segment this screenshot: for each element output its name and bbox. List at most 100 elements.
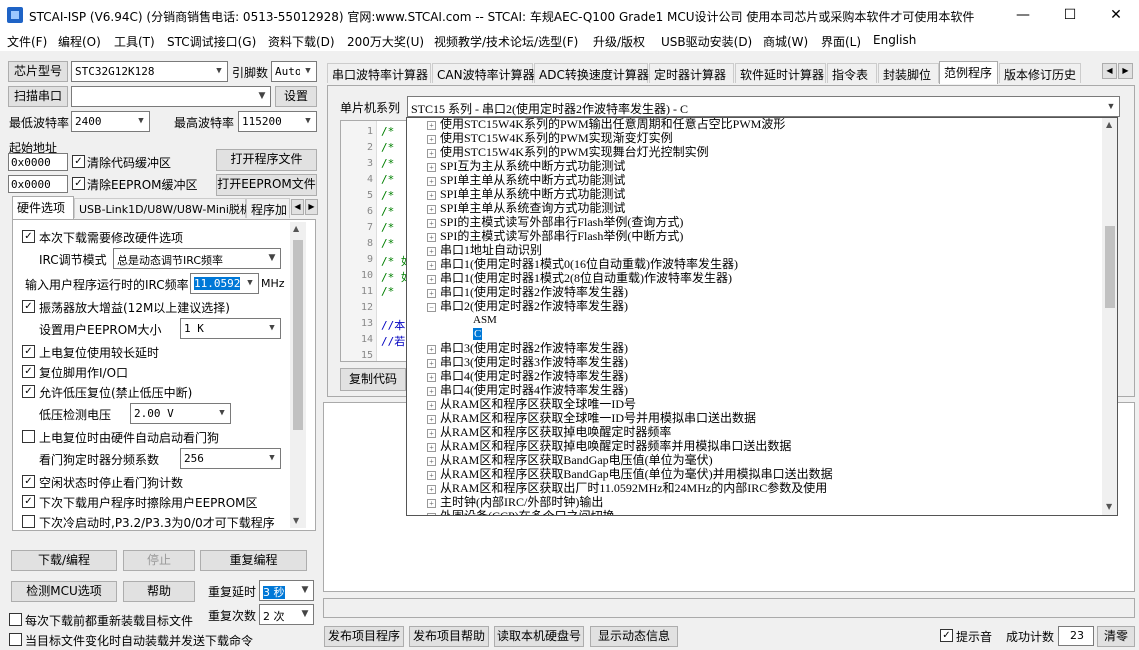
expand-icon[interactable]: + [427, 134, 436, 144]
port-select[interactable]: ▼ [71, 86, 271, 107]
tree-item[interactable]: + 从RAM区和程序区获取掉电唤醒定时器频率并用模拟串口送出数据 [427, 439, 791, 453]
expand-icon[interactable]: + [427, 274, 436, 284]
tree-item[interactable]: + SPI互为主从系统中断方式功能测试 [427, 159, 625, 173]
tree-item-c[interactable]: C [427, 327, 483, 341]
repeat-count-select[interactable]: 2 次 ▼ [259, 604, 314, 625]
eeprom-address-input[interactable]: 0x0000 [8, 175, 68, 193]
mcu-series-select[interactable]: STC15 系列 - 串口2(使用定时器2作波特率发生器) - C ▼ [407, 96, 1120, 117]
tab-instruction-table[interactable]: 指令表 [827, 63, 877, 83]
expand-icon[interactable]: + [427, 176, 436, 186]
tab-package-pins[interactable]: 封装脚位 [878, 63, 939, 83]
expand-icon[interactable]: + [427, 288, 436, 298]
expand-icon[interactable]: + [427, 512, 436, 515]
clear-eeprom-checkbox[interactable]: ✓ [72, 177, 85, 190]
tree-item[interactable]: + SPI单主单从系统中断方式功能测试 [427, 173, 625, 187]
read-disk-id-button[interactable]: 读取本机硬盘号 [494, 626, 584, 647]
tree-item[interactable]: + 从RAM区和程序区获取出厂时11.0592MHz和24MHz的内部IRC参数及… [427, 481, 827, 495]
tree-item[interactable]: + 从RAM区和程序区获取掉电唤醒定时器频率 [427, 425, 671, 439]
menu-program[interactable]: 编程(O) [58, 33, 101, 50]
watchdog-divider-select[interactable]: 256 ▼ [180, 448, 281, 469]
expand-icon[interactable]: + [427, 456, 436, 466]
expand-icon[interactable]: + [427, 484, 436, 494]
auto-reload-checkbox[interactable] [9, 633, 22, 646]
expand-icon[interactable]: + [427, 218, 436, 228]
tree-item[interactable]: + 串口4(使用定时器2作波特率发生器) [427, 369, 628, 383]
expand-icon[interactable]: + [427, 470, 436, 480]
scroll-down-icon[interactable]: ▼ [293, 516, 299, 525]
eeprom-size-select[interactable]: 1 K ▼ [180, 318, 281, 339]
expand-icon[interactable]: + [427, 372, 436, 382]
expand-icon[interactable]: + [427, 204, 436, 214]
tab-adc-calculator[interactable]: ADC转换速度计算器 [534, 63, 649, 83]
scroll-thumb[interactable] [1105, 226, 1115, 308]
minimize-button[interactable]: — [1000, 0, 1046, 31]
modify-hardware-checkbox[interactable]: ✓ [22, 230, 35, 243]
expand-icon[interactable]: + [427, 148, 436, 158]
cold-start-checkbox[interactable] [22, 515, 35, 528]
publish-project-button[interactable]: 发布项目程序 [324, 626, 404, 647]
options-scrollbar[interactable]: ▲ ▼ [290, 222, 306, 528]
tab-hardware-options[interactable]: 硬件选项 [12, 196, 74, 219]
lvd-select[interactable]: 2.00 V ▼ [130, 403, 231, 424]
scroll-up-icon[interactable]: ▲ [293, 224, 299, 233]
tab-scroll-left-icon[interactable]: ◀ [1102, 63, 1117, 79]
irc-frequency-select[interactable]: 11.0592 ▼ [190, 273, 259, 294]
scan-port-button[interactable]: 扫描串口 [8, 86, 68, 107]
tree-item[interactable]: − 串口2(使用定时器2作波特率发生器) [427, 299, 628, 313]
tab-timer-calculator[interactable]: 定时器计算器 [649, 63, 734, 83]
reload-each-checkbox[interactable] [9, 613, 22, 626]
max-baud-select[interactable]: 115200 ▼ [238, 111, 317, 132]
sound-checkbox[interactable]: ✓ [940, 629, 953, 642]
menu-english[interactable]: English [873, 33, 916, 47]
download-program-button[interactable]: 下载/编程 [11, 550, 117, 571]
tree-item[interactable]: + 使用STC15W4K系列的PWM输出任意周期和任意占空比PWM波形 [427, 118, 785, 131]
tab-scroll-right-icon[interactable]: ▶ [1118, 63, 1133, 79]
idle-stop-watchdog-checkbox[interactable]: ✓ [22, 475, 35, 488]
erase-eeprom-checkbox[interactable]: ✓ [22, 495, 35, 508]
tree-item[interactable]: + 串口1(使用定时器1模式2(8位自动重载)作波特率发生器) [427, 271, 732, 285]
close-button[interactable]: ✕ [1093, 0, 1139, 31]
expand-icon[interactable]: + [427, 246, 436, 256]
chip-model-button[interactable]: 芯片型号 [8, 61, 68, 82]
code-address-input[interactable]: 0x0000 [8, 153, 68, 171]
menu-video[interactable]: 视频教学/技术论坛/选型(F) [434, 33, 578, 50]
tree-item[interactable]: + 串口1地址自动识别 [427, 243, 542, 257]
menu-prize[interactable]: 200万大奖(U) [347, 33, 424, 50]
menu-file[interactable]: 文件(F) [7, 33, 47, 50]
tree-item[interactable]: + 串口4(使用定时器4作波特率发生器) [427, 383, 628, 397]
expand-icon[interactable]: + [427, 120, 436, 130]
reset-pin-io-checkbox[interactable]: ✓ [22, 365, 35, 378]
publish-help-button[interactable]: 发布项目帮助 [409, 626, 489, 647]
help-button[interactable]: 帮助 [123, 581, 195, 602]
tree-item[interactable]: + SPI单主单从系统查询方式功能测试 [427, 201, 625, 215]
tree-item[interactable]: + 从RAM区和程序区获取全球唯一ID号并用模拟串口送出数据 [427, 411, 756, 425]
expand-icon[interactable]: + [427, 358, 436, 368]
repeat-program-button[interactable]: 重复编程 [200, 550, 307, 571]
tab-scroll-left-icon[interactable]: ◀ [291, 199, 304, 215]
menu-debug[interactable]: STC调试接口(G) [167, 33, 256, 50]
expand-icon[interactable]: + [427, 400, 436, 410]
expand-icon[interactable]: + [427, 428, 436, 438]
auto-watchdog-checkbox[interactable] [22, 430, 35, 443]
expand-icon[interactable]: + [427, 442, 436, 452]
maximize-button[interactable]: ☐ [1047, 0, 1093, 31]
clear-code-checkbox[interactable]: ✓ [72, 155, 85, 168]
scroll-up-icon[interactable]: ▲ [1106, 120, 1112, 129]
expand-icon[interactable]: + [427, 498, 436, 508]
code-editor[interactable]: 1/* 2/* 3/* 4/* 5/* 6/* 7/* 8/* 9/* 如 10/* 如 11/* 1… [340, 120, 416, 362]
tree-item[interactable]: + SPI的主模式读写外部串行Flash举例(中断方式) [427, 229, 683, 243]
stop-button[interactable]: 停止 [123, 550, 195, 571]
tab-program-encrypt[interactable]: 程序加 [246, 198, 290, 218]
tree-item[interactable]: + 串口1(使用定时器1模式0(16位自动重载)作波特率发生器) [427, 257, 738, 271]
tree-item-asm[interactable]: ASM [427, 313, 497, 327]
min-baud-select[interactable]: 2400 ▼ [71, 111, 150, 132]
repeat-delay-select[interactable]: 3 秒 ▼ [259, 580, 314, 601]
irc-mode-select[interactable]: 总是动态调节IRC频率 ▼ [113, 248, 281, 269]
expand-icon[interactable]: + [427, 386, 436, 396]
menu-usb-driver[interactable]: USB驱动安装(D) [661, 33, 752, 50]
expand-icon[interactable]: + [427, 162, 436, 172]
show-dynamic-info-button[interactable]: 显示动态信息 [590, 626, 678, 647]
expand-icon[interactable]: + [427, 260, 436, 270]
scroll-down-icon[interactable]: ▼ [1106, 502, 1112, 511]
tab-can-calculator[interactable]: CAN波特率计算器 [432, 63, 535, 83]
